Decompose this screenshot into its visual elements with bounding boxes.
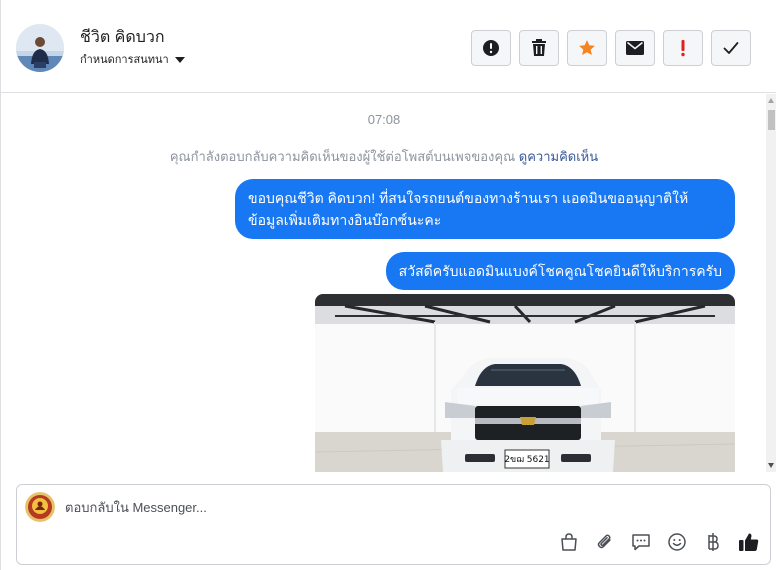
payment-button[interactable] bbox=[702, 531, 724, 553]
conversation-settings-label: กำหนดการสนทนา bbox=[80, 54, 169, 66]
contact-avatar[interactable] bbox=[16, 24, 64, 72]
comment-reply-notice: คุณกำลังตอบกลับความคิดเห็นของผู้ใช้ต่อโพ… bbox=[2, 146, 766, 167]
caret-down-icon bbox=[174, 56, 185, 63]
baht-icon bbox=[708, 533, 719, 551]
page-avatar bbox=[25, 492, 55, 522]
report-button[interactable] bbox=[471, 30, 511, 66]
checkmark-icon bbox=[723, 42, 739, 54]
message-timestamp: 07:08 bbox=[367, 112, 401, 127]
envelope-icon bbox=[626, 41, 644, 55]
thumbs-up-icon bbox=[739, 533, 759, 551]
like-button[interactable] bbox=[738, 531, 760, 553]
mark-done-button[interactable] bbox=[711, 30, 751, 66]
star-icon bbox=[579, 40, 595, 56]
mark-unread-button[interactable] bbox=[615, 30, 655, 66]
scroll-down-arrow[interactable] bbox=[768, 463, 774, 468]
shopping-bag-icon bbox=[561, 533, 577, 551]
conversation-settings-dropdown[interactable]: กำหนดการสนทนา bbox=[80, 50, 185, 68]
exclamation-icon bbox=[681, 40, 685, 57]
emoji-button[interactable] bbox=[666, 531, 688, 553]
sent-message-bubble[interactable]: สวัสดีครับแอดมินแบงค์โชคคูณโชคยินดีให้บร… bbox=[385, 252, 735, 290]
sent-message-bubble[interactable]: ขอบคุณชีวิต คิดบวก! ที่สนใจรถยนต์ของทางร… bbox=[235, 179, 735, 239]
scroll-up-arrow[interactable] bbox=[768, 98, 774, 103]
delete-button[interactable] bbox=[519, 30, 559, 66]
view-comment-link[interactable]: ดูความคิดเห็น bbox=[519, 149, 598, 164]
sent-photo-attachment[interactable]: 2ขฌ 5621 bbox=[315, 294, 735, 472]
saved-reply-button[interactable] bbox=[630, 531, 652, 553]
composer-tools bbox=[558, 531, 760, 553]
reply-input[interactable] bbox=[65, 496, 745, 518]
license-plate-text: 2ขฌ 5621 bbox=[504, 455, 549, 465]
attach-file-button[interactable] bbox=[594, 531, 616, 553]
thread-scrollbar[interactable] bbox=[766, 94, 776, 472]
report-icon bbox=[483, 40, 499, 56]
messenger-conversation-panel: ชีวิต คิดบวก กำหนดการสนทนา 07:08 คุณกำลั… bbox=[0, 0, 776, 570]
shopping-bag-button[interactable] bbox=[558, 531, 580, 553]
trash-icon bbox=[532, 39, 546, 56]
scroll-thumb[interactable] bbox=[768, 110, 775, 130]
mark-spam-button[interactable] bbox=[663, 30, 703, 66]
conversation-actions bbox=[471, 30, 751, 66]
emoji-icon bbox=[668, 533, 686, 551]
notice-text: คุณกำลังตอบกลับความคิดเห็นของผู้ใช้ต่อโพ… bbox=[169, 149, 516, 164]
star-button[interactable] bbox=[567, 30, 607, 66]
message-thread[interactable]: 07:08 คุณกำลังตอบกลับความคิดเห็นของผู้ใช… bbox=[2, 94, 766, 472]
reply-composer bbox=[16, 484, 771, 565]
paperclip-icon bbox=[597, 534, 611, 549]
contact-name[interactable]: ชีวิต คิดบวก bbox=[80, 25, 165, 50]
saved-reply-icon bbox=[632, 534, 650, 551]
conversation-header: ชีวิต คิดบวก กำหนดการสนทนา bbox=[1, 0, 776, 93]
